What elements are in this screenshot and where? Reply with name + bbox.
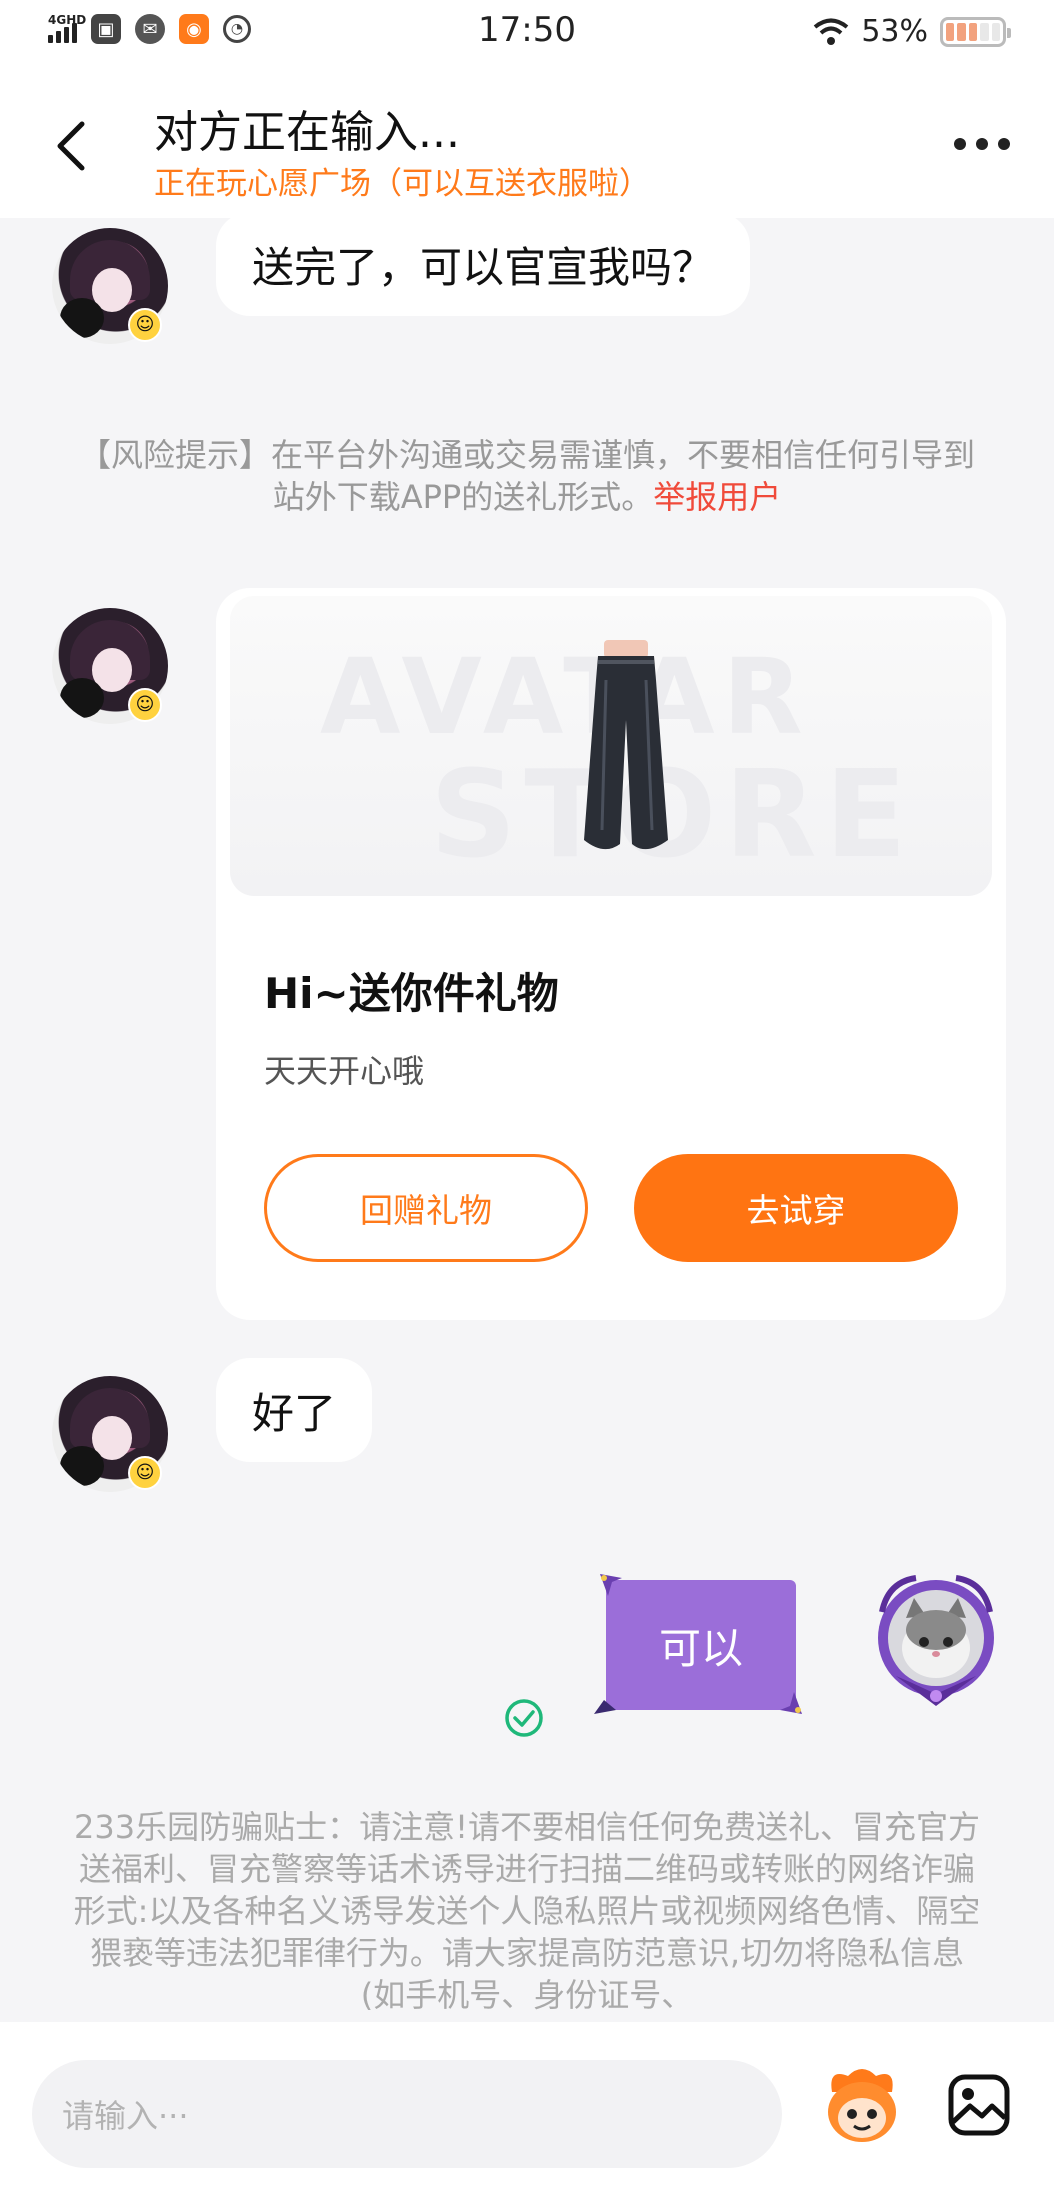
return-gift-button[interactable]: 回赠礼物 xyxy=(264,1154,588,1262)
pants-image xyxy=(584,640,668,850)
emoji-badge-icon: ☺ xyxy=(128,688,162,722)
input-bar: 请输入··· xyxy=(0,2022,1054,2204)
back-icon[interactable] xyxy=(48,116,92,176)
message-input[interactable]: 请输入··· xyxy=(32,2060,782,2168)
bubble-frame-decoration-icon xyxy=(780,1692,802,1714)
bubble-frame-decoration-icon xyxy=(594,1700,616,1714)
chat-header: 对方正在输入... 正在玩心愿广场（可以互送衣服啦） xyxy=(0,66,1054,218)
watermark-text: AVATAR xyxy=(320,636,811,758)
gift-subtitle: 天天开心哦 xyxy=(264,1052,425,1090)
gift-card[interactable]: AVATAR STORE Hi~送你件礼物 天天开心哦 回赠礼物 去试穿 xyxy=(216,588,1006,1320)
wifi-icon xyxy=(814,18,849,45)
sent-check-icon xyxy=(505,1699,543,1737)
report-user-link[interactable]: 举报用户 xyxy=(653,478,781,516)
risk-notice: 【风险提示】在平台外沟通或交易需谨慎，不要相信任何引导到站外下载APP的送礼形式… xyxy=(78,436,975,516)
more-icon[interactable] xyxy=(954,138,1010,150)
message-bubble[interactable]: 好了 xyxy=(216,1358,373,1462)
emoji-badge-icon: ☺ xyxy=(128,1456,162,1490)
status-bar: 4GHD ▣ ✉ ◉ ◔ 17:50 53% xyxy=(0,0,1054,66)
chat-subtitle[interactable]: 正在玩心愿广场（可以互送衣服啦） xyxy=(154,158,650,203)
battery-icon xyxy=(940,16,1011,47)
try-on-button[interactable]: 去试穿 xyxy=(634,1154,958,1262)
emoji-badge-icon: ☺ xyxy=(128,308,162,342)
chat-title: 对方正在输入... xyxy=(154,107,460,158)
gift-image[interactable]: AVATAR STORE xyxy=(230,596,992,896)
gift-title: Hi~送你件礼物 xyxy=(264,969,559,1018)
battery-percent: 53% xyxy=(861,14,928,49)
message-text: 好了 xyxy=(252,1388,337,1438)
message-text: 送完了，可以官宣我吗？ xyxy=(252,242,715,292)
my-avatar[interactable] xyxy=(866,1572,1006,1712)
message-text: 可以 xyxy=(658,1623,743,1673)
anti-fraud-notice: 233乐园防骗贴士：请注意!请不要相信任何免费送礼、冒充官方送福利、冒充警察等话… xyxy=(73,1808,981,2014)
bubble-frame-decoration-icon xyxy=(600,1574,622,1596)
my-message-bubble[interactable]: 可以 xyxy=(606,1580,796,1710)
input-placeholder: 请输入··· xyxy=(62,2097,189,2135)
message-bubble[interactable]: 送完了，可以官宣我吗？ xyxy=(216,212,751,316)
mascot-emoji-icon[interactable] xyxy=(818,2062,906,2150)
image-picker-icon[interactable] xyxy=(946,2072,1012,2138)
